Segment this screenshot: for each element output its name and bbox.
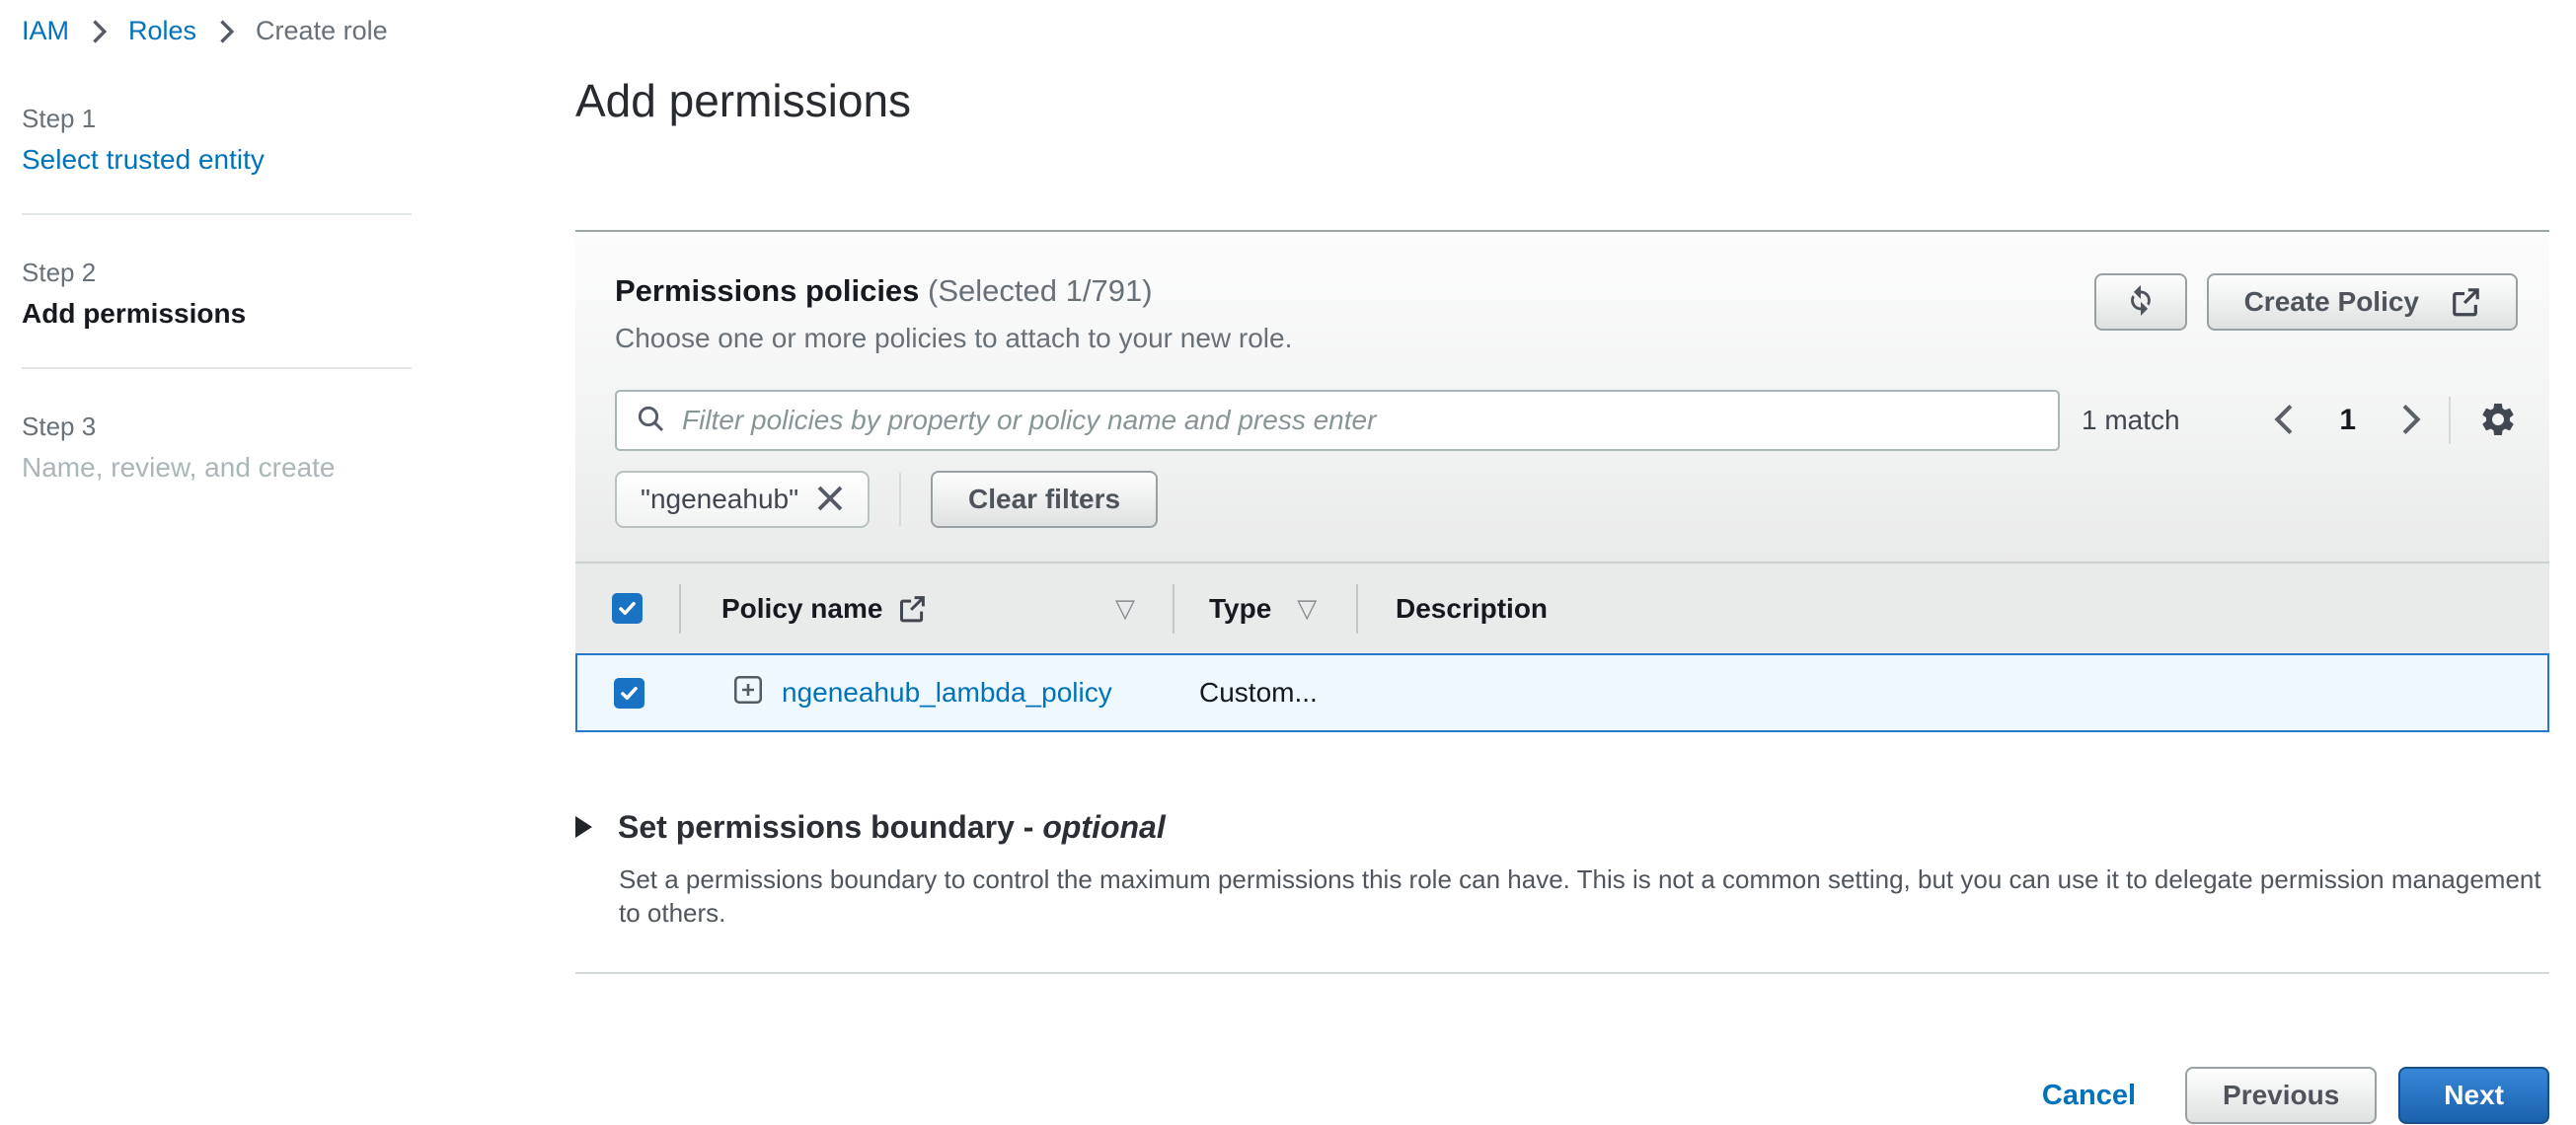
pagination: 1 <box>2274 403 2421 439</box>
refresh-icon <box>2124 282 2158 323</box>
section-divider <box>575 972 2549 974</box>
boundary-description: Set a permissions boundary to control th… <box>619 862 2549 930</box>
boundary-title: Set permissions boundary - <box>618 809 1033 845</box>
chevron-right-icon <box>91 19 107 44</box>
close-icon <box>816 485 844 515</box>
sort-icon[interactable]: ▽ <box>1115 593 1135 624</box>
previous-label: Previous <box>2223 1080 2339 1111</box>
filter-chip: "ngeneahub" <box>615 471 870 528</box>
refresh-button[interactable] <box>2094 273 2187 331</box>
step-2-label: Step 2 <box>22 257 412 288</box>
policy-type-cell: Custom... <box>1176 677 1358 709</box>
panel-title: Permissions policies (Selected 1/791) <box>615 273 1292 309</box>
active-filters-row: "ngeneahub" Clear filters <box>615 471 2518 528</box>
chevron-right-icon <box>218 19 234 44</box>
step-3: Step 3 Name, review, and create <box>22 411 412 485</box>
table-row[interactable]: ngeneahub_lambda_policy Custom... <box>575 653 2549 732</box>
step-1: Step 1 Select trusted entity <box>22 103 412 177</box>
breadcrumb-current: Create role <box>256 16 388 46</box>
column-header-type[interactable]: Type ▽ <box>1174 593 1356 625</box>
permissions-policies-panel: Permissions policies (Selected 1/791) Ch… <box>575 230 2549 732</box>
step-2: Step 2 Add permissions <box>22 257 412 331</box>
chevron-left-icon <box>2274 403 2296 439</box>
select-all-checkbox[interactable] <box>612 593 643 624</box>
current-page-number[interactable]: 1 <box>2339 404 2356 437</box>
step-3-label: Step 3 <box>22 411 412 442</box>
panel-subtitle: Choose one or more policies to attach to… <box>615 323 1292 354</box>
step-divider <box>22 367 412 369</box>
triangle-right-icon <box>575 816 592 838</box>
clear-filters-button[interactable]: Clear filters <box>931 471 1158 528</box>
selected-count: (Selected 1/791) <box>928 273 1152 308</box>
steps-sidebar: Step 1 Select trusted entity Step 2 Add … <box>22 103 412 485</box>
create-policy-button[interactable]: Create Policy <box>2207 273 2518 331</box>
step-2-title: Add permissions <box>22 297 412 331</box>
table-settings-button[interactable] <box>2478 400 2518 442</box>
toolbar-divider <box>2449 397 2451 444</box>
panel-title-group: Permissions policies (Selected 1/791) Ch… <box>615 273 1292 354</box>
next-button[interactable]: Next <box>2398 1067 2549 1124</box>
permissions-boundary-section: Set permissions boundary - optional Set … <box>575 809 2549 974</box>
wizard-footer: Cancel Previous Next <box>575 1067 2549 1124</box>
breadcrumb-roles[interactable]: Roles <box>128 16 196 46</box>
policy-search-input[interactable] <box>680 404 2040 437</box>
gear-icon <box>2478 400 2518 442</box>
column-header-description: Description <box>1358 593 2549 625</box>
expand-row-icon[interactable] <box>730 672 766 714</box>
boundary-title-optional: optional <box>1042 809 1165 845</box>
previous-page-button[interactable] <box>2274 403 2296 439</box>
panel-title-text: Permissions policies <box>615 273 919 308</box>
table-header: Policy name ▽ Type ▽ Description <box>575 562 2549 653</box>
cancel-button[interactable]: Cancel <box>2042 1080 2136 1112</box>
step-3-title: Name, review, and create <box>22 451 412 485</box>
main-content: Add permissions Permissions policies (Se… <box>575 0 2549 1124</box>
match-count: 1 match <box>2082 405 2180 436</box>
row-checkbox[interactable] <box>614 678 644 709</box>
page-title: Add permissions <box>575 75 2549 126</box>
breadcrumb: IAM Roles Create role <box>22 16 388 46</box>
previous-button[interactable]: Previous <box>2185 1067 2377 1124</box>
step-1-label: Step 1 <box>22 103 412 134</box>
filter-chip-label: "ngeneahub" <box>641 484 798 515</box>
next-page-button[interactable] <box>2399 403 2421 439</box>
panel-actions: Create Policy <box>2094 273 2518 331</box>
step-divider <box>22 213 412 215</box>
filter-toolbar: 1 match 1 <box>615 390 2518 451</box>
create-policy-label: Create Policy <box>2244 286 2419 318</box>
policy-search-box[interactable] <box>615 390 2060 451</box>
policy-name-header-label: Policy name <box>721 593 882 625</box>
panel-header-area: Permissions policies (Selected 1/791) Ch… <box>575 232 2549 562</box>
column-header-policy-name[interactable]: Policy name ▽ <box>681 593 1173 625</box>
remove-filter-button[interactable] <box>816 485 844 515</box>
clear-filters-label: Clear filters <box>968 484 1120 515</box>
policy-name-link[interactable]: ngeneahub_lambda_policy <box>782 677 1112 709</box>
iam-create-role-page: IAM Roles Create role Step 1 Select trus… <box>0 0 2576 1125</box>
breadcrumb-iam[interactable]: IAM <box>22 16 69 46</box>
search-icon <box>635 403 666 439</box>
description-header-label: Description <box>1396 593 1548 625</box>
external-link-icon <box>2451 287 2480 317</box>
sort-icon[interactable]: ▽ <box>1297 593 1317 624</box>
chevron-right-icon <box>2399 403 2421 439</box>
step-1-title[interactable]: Select trusted entity <box>22 143 412 177</box>
next-label: Next <box>2444 1080 2504 1111</box>
external-link-icon <box>898 595 926 623</box>
type-header-label: Type <box>1209 593 1271 625</box>
chip-divider <box>899 473 901 526</box>
boundary-toggle[interactable]: Set permissions boundary - optional <box>575 809 2549 845</box>
